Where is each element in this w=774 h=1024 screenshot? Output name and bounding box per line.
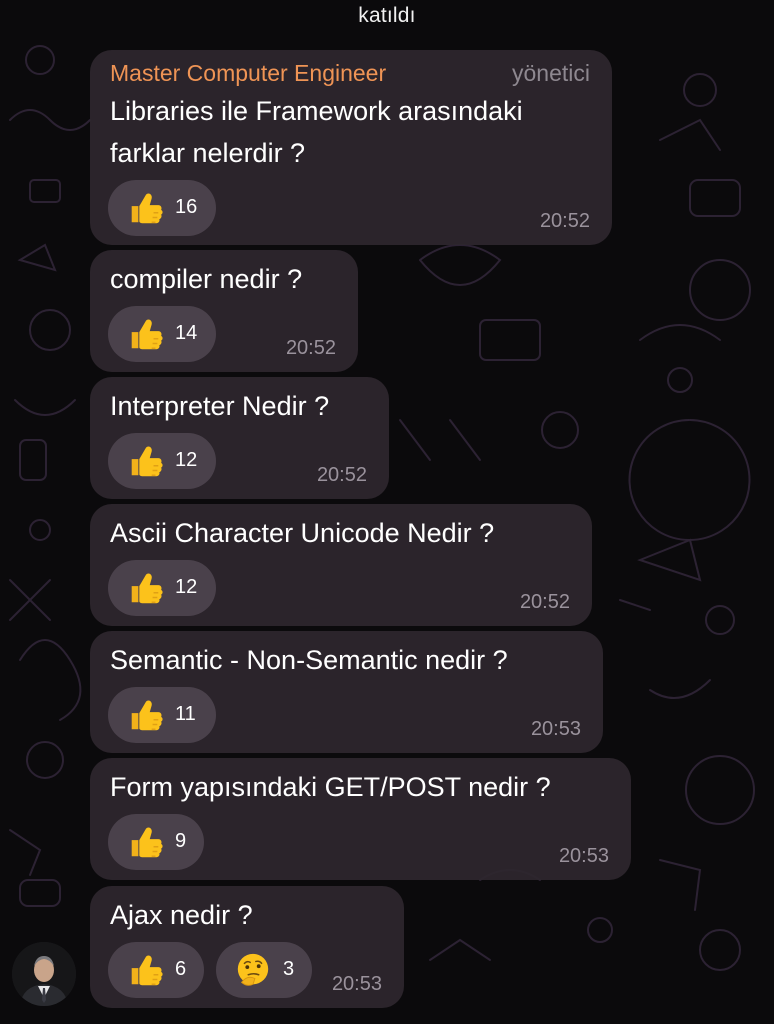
reaction-count: 11 — [175, 703, 196, 725]
message-bubble[interactable]: Form yapısındaki GET/POST nedir ? 9 20:5… — [90, 758, 631, 880]
message-bubble[interactable]: Master Computer Engineer yönetici Librar… — [90, 50, 612, 245]
sender-name[interactable]: Master Computer Engineer — [110, 60, 386, 87]
message-bubble[interactable]: compiler nedir ? 14 20:52 — [90, 250, 358, 372]
admin-role-label: yönetici — [512, 60, 590, 86]
message-bubble[interactable]: Ascii Character Unicode Nedir ? 12 20:52 — [90, 504, 592, 626]
message-text: Libraries ile Framework arasındaki farkl… — [110, 90, 523, 174]
reaction-count: 9 — [175, 830, 187, 852]
service-message-joined: katıldı — [358, 4, 416, 27]
reaction-thumbs-up[interactable]: 16 — [108, 180, 216, 236]
reaction-thumbs-up[interactable]: 11 — [108, 687, 216, 743]
thumbs-up-icon — [131, 955, 163, 986]
reaction-count: 12 — [175, 576, 198, 598]
thumbs-up-icon — [131, 319, 163, 350]
reaction-count: 16 — [175, 196, 198, 218]
reaction-count: 14 — [175, 322, 198, 344]
reaction-count: 6 — [175, 958, 187, 980]
message-bubble[interactable]: Ajax nedir ? 6 3 20:53 — [90, 886, 404, 1008]
reaction-thumbs-up[interactable]: 9 — [108, 814, 204, 870]
message-text: Form yapısındaki GET/POST nedir ? — [110, 772, 551, 802]
sender-avatar[interactable] — [12, 942, 76, 1006]
reaction-thumbs-up[interactable]: 6 — [108, 942, 204, 998]
message-time: 20:53 — [331, 973, 382, 995]
thumbs-up-icon — [131, 700, 163, 731]
message-text: Ajax nedir ? — [110, 900, 253, 930]
thumbs-up-icon — [131, 446, 163, 477]
message-time: 20:53 — [530, 718, 581, 740]
reaction-thumbs-up[interactable]: 14 — [108, 306, 216, 362]
reaction-thumbs-up[interactable]: 12 — [108, 560, 216, 616]
thinking-face-icon — [237, 953, 269, 986]
message-text: Ascii Character Unicode Nedir ? — [110, 518, 495, 548]
message-time: 20:52 — [519, 591, 570, 613]
thumbs-up-icon — [131, 193, 163, 224]
message-bubble[interactable]: Semantic - Non-Semantic nedir ? 11 20:53 — [90, 631, 603, 753]
message-bubble[interactable]: Interpreter Nedir ? 12 20:52 — [90, 377, 389, 499]
reaction-thinking-face[interactable]: 3 — [216, 942, 312, 998]
message-text: Semantic - Non-Semantic nedir ? — [110, 645, 508, 675]
message-header: Master Computer Engineer yönetici — [110, 60, 590, 90]
thumbs-up-icon — [131, 573, 163, 604]
message-time: 20:52 — [285, 337, 336, 359]
message-time: 20:53 — [558, 845, 609, 867]
thumbs-up-icon — [131, 827, 163, 858]
message-text: compiler nedir ? — [110, 264, 303, 294]
reaction-thumbs-up[interactable]: 12 — [108, 433, 216, 489]
message-text: Interpreter Nedir ? — [110, 391, 330, 421]
message-text-line: farklar nelerdir ? — [110, 138, 306, 168]
message-text-line: Libraries ile Framework arasındaki — [110, 96, 523, 126]
reaction-count: 12 — [175, 449, 198, 471]
message-time: 20:52 — [539, 210, 590, 232]
message-time: 20:52 — [316, 464, 367, 486]
avatar-photo — [12, 942, 76, 1006]
reaction-count: 3 — [283, 958, 295, 980]
